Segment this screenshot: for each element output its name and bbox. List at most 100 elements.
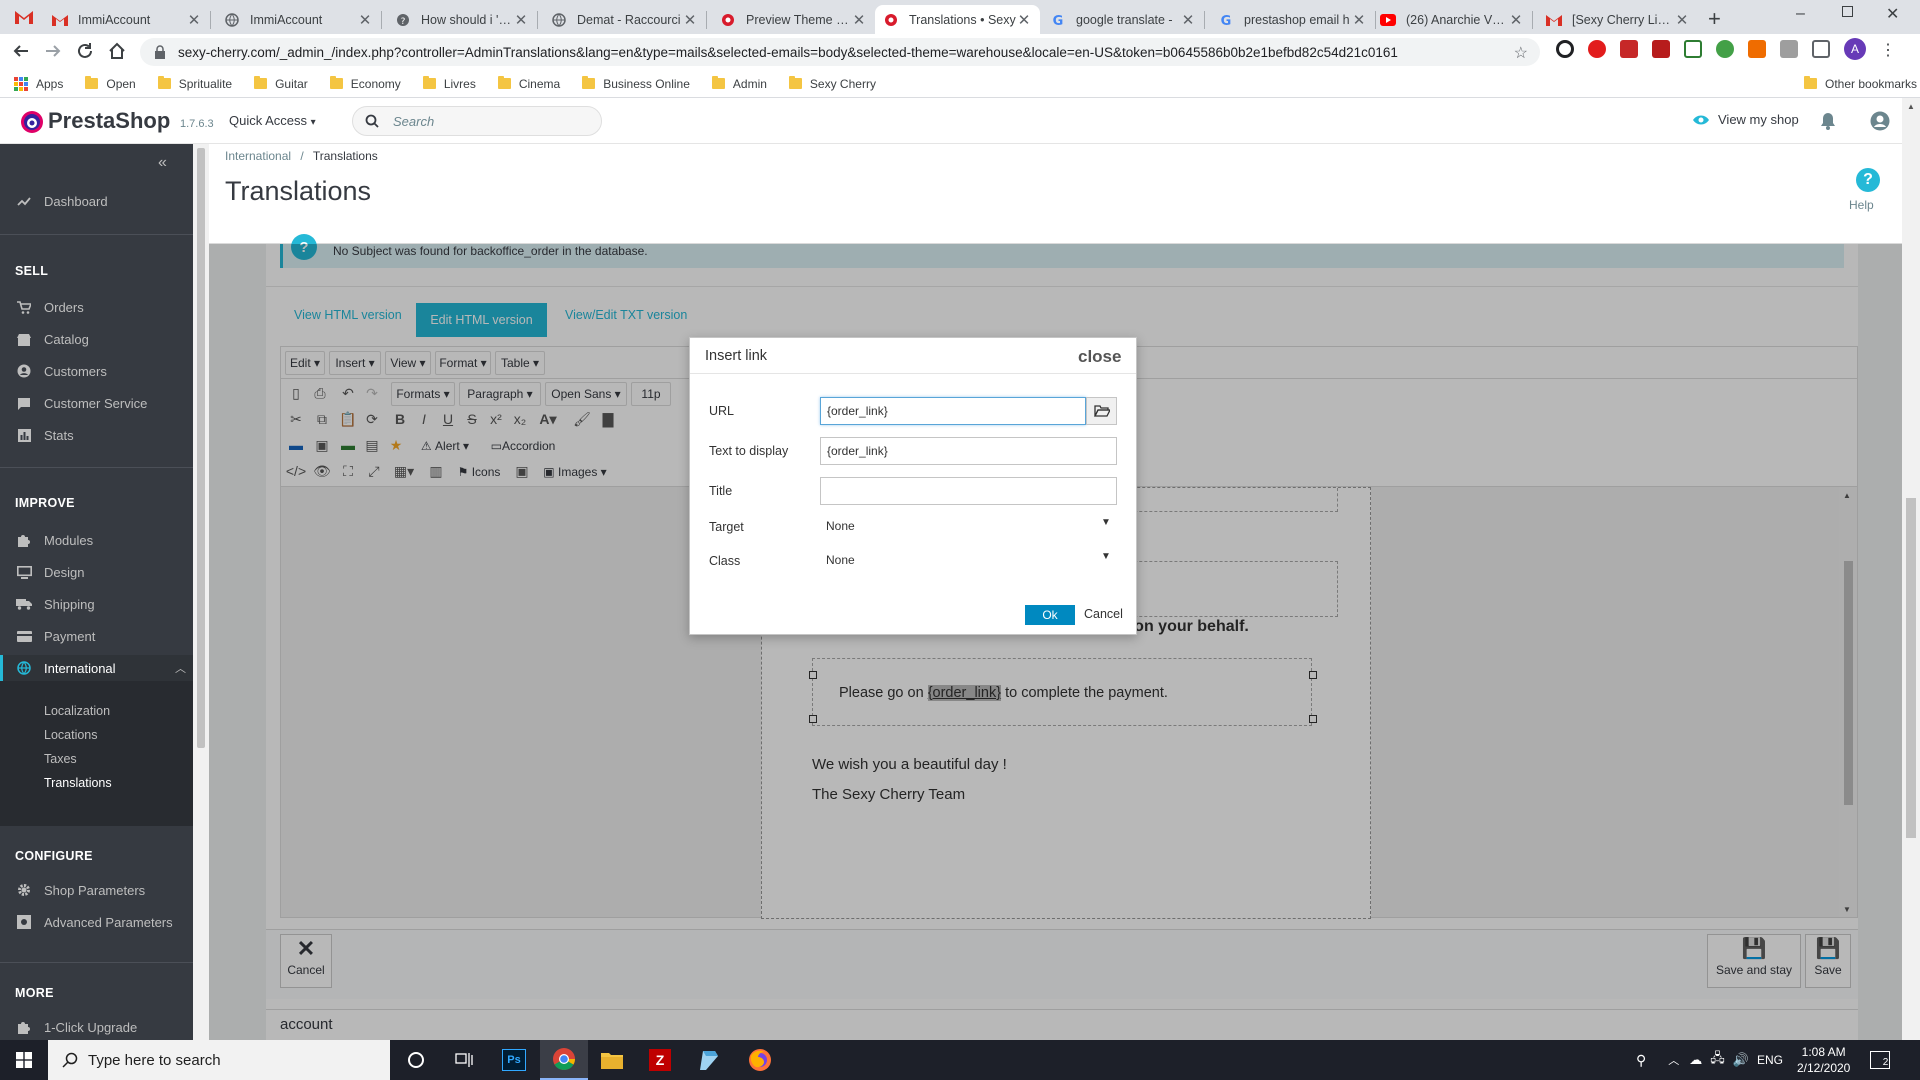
sidebar-item-shop-parameters[interactable]: Shop Parameters	[0, 877, 193, 903]
sidebar-item-shipping[interactable]: Shipping	[0, 591, 193, 617]
reload-icon[interactable]	[76, 42, 94, 60]
browser-tab-active[interactable]: Translations • Sexy ✕	[875, 5, 1040, 34]
dialog-cancel-button[interactable]: Cancel	[1084, 607, 1123, 621]
chevron-up-icon[interactable]: ︿	[1668, 1052, 1679, 1068]
scroll-up-icon[interactable]: ▲	[1907, 102, 1915, 111]
scrollbar-thumb[interactable]	[1906, 498, 1916, 838]
sidebar-item-customers[interactable]: Customers	[0, 358, 193, 384]
browser-tab[interactable]: ImmiAccount ✕	[216, 5, 381, 34]
sidebar-subitem-translations[interactable]: Translations	[44, 776, 112, 790]
volume-icon[interactable]: 🔊	[1733, 1052, 1749, 1068]
sidebar-item-advanced-parameters[interactable]: Advanced Parameters	[0, 909, 193, 935]
close-icon[interactable]: ✕	[1508, 11, 1524, 29]
user-icon[interactable]	[1870, 111, 1890, 131]
dialog-close-button[interactable]: close	[1078, 347, 1121, 367]
breadcrumb-item[interactable]: Translations	[313, 149, 378, 163]
sidebar-item-international[interactable]: International ︿	[0, 655, 193, 681]
onedrive-icon[interactable]: ☁	[1689, 1052, 1702, 1068]
forward-icon[interactable]	[44, 42, 62, 60]
sidebar-item-design[interactable]: Design	[0, 559, 193, 585]
page-scrollbar[interactable]: ▲	[1902, 98, 1920, 1040]
sidebar-item-modules[interactable]: Modules	[0, 527, 193, 553]
breadcrumb-item[interactable]: International	[225, 149, 291, 163]
extension-icon[interactable]	[1716, 40, 1734, 58]
maximize-button[interactable]	[1842, 6, 1853, 17]
text-to-display-input[interactable]: {order_link}	[820, 437, 1117, 465]
filezilla-icon[interactable]: Z	[636, 1040, 684, 1080]
photoshop-icon[interactable]: Ps	[490, 1040, 538, 1080]
back-icon[interactable]	[12, 42, 30, 60]
browser-tab[interactable]: Preview Theme mo ✕	[712, 5, 875, 34]
chrome-taskbar-icon[interactable]	[540, 1040, 588, 1080]
new-tab-button[interactable]: +	[1708, 6, 1721, 32]
bookmark-folder[interactable]: Admin	[711, 76, 767, 91]
browser-tab[interactable]: G google translate - ✕	[1042, 5, 1204, 34]
address-bar[interactable]: sexy-cherry.com/_admin_/index.php?contro…	[140, 38, 1540, 66]
close-icon[interactable]: ✕	[357, 11, 373, 29]
bookmark-folder[interactable]: Sexy Cherry	[788, 76, 876, 91]
collapse-sidebar-icon[interactable]: «	[158, 154, 167, 172]
browser-tab[interactable]: Demat - Raccourci ✕	[543, 5, 706, 34]
taskbar-search-input[interactable]: Type here to search	[48, 1040, 390, 1080]
sidebar-item-customer-service[interactable]: Customer Service	[0, 390, 193, 416]
close-icon[interactable]: ✕	[1016, 11, 1032, 29]
language-indicator[interactable]: ENG	[1757, 1053, 1783, 1067]
bookmark-folder[interactable]: Cinema	[497, 76, 560, 91]
close-icon[interactable]: ✕	[682, 11, 698, 29]
sidebar-item-dashboard[interactable]: Dashboard	[0, 188, 193, 214]
extension-icon[interactable]	[1556, 40, 1574, 58]
bookmark-folder[interactable]: Spritualite	[157, 76, 232, 91]
extension-icon[interactable]	[1620, 40, 1638, 58]
close-icon[interactable]: ✕	[1351, 11, 1367, 29]
star-icon[interactable]: ☆	[1514, 43, 1528, 63]
windows-start-button[interactable]	[0, 1040, 48, 1080]
gmail-icon[interactable]	[14, 9, 34, 25]
sidebar-item-payment[interactable]: Payment	[0, 623, 193, 649]
extension-icon[interactable]	[1652, 40, 1670, 58]
sidebar-item-catalog[interactable]: Catalog	[0, 326, 193, 352]
notepad-icon[interactable]	[686, 1040, 734, 1080]
sidebar-subitem-locations[interactable]: Locations	[44, 728, 98, 742]
help-button[interactable]: ? Help	[1849, 168, 1880, 212]
sidebar-item-orders[interactable]: Orders	[0, 294, 193, 320]
title-input[interactable]	[820, 477, 1117, 505]
extension-icon[interactable]	[1684, 40, 1702, 58]
bookmark-folder[interactable]: Guitar	[254, 76, 308, 91]
class-select[interactable]: None ▼	[820, 548, 1117, 572]
close-window-button[interactable]: ✕	[1886, 4, 1899, 24]
other-bookmarks[interactable]: Other bookmarks	[1804, 76, 1917, 91]
close-icon[interactable]: ✕	[1674, 11, 1690, 29]
clock[interactable]: 1:08 AM 2/12/2020	[1797, 1044, 1850, 1076]
network-icon[interactable]: 🖧	[1710, 1049, 1725, 1071]
extension-icon[interactable]	[1588, 40, 1606, 58]
sidebar-item-upgrade[interactable]: 1-Click Upgrade	[0, 1014, 193, 1040]
bookmark-folder[interactable]: Open	[85, 76, 136, 91]
profile-avatar[interactable]: A	[1844, 38, 1866, 60]
browser-tab[interactable]: (26) Anarchie VS C ✕	[1372, 5, 1532, 34]
bell-icon[interactable]	[1820, 112, 1836, 130]
view-shop-link[interactable]: View my shop	[1692, 112, 1799, 127]
browser-tab[interactable]: G prestashop email h ✕	[1210, 5, 1375, 34]
kebab-menu-icon[interactable]: ⋮	[1880, 40, 1896, 60]
sidebar-subitem-taxes[interactable]: Taxes	[44, 752, 77, 766]
bookmark-folder[interactable]: Business Online	[582, 76, 690, 91]
file-explorer-icon[interactable]	[588, 1040, 636, 1080]
browser-tab[interactable]: ImmiAccount ✕	[44, 5, 210, 34]
ok-button[interactable]: Ok	[1025, 605, 1075, 625]
scrollbar-thumb[interactable]	[197, 148, 205, 748]
minimize-button[interactable]: –	[1796, 5, 1805, 23]
sidebar-scrollbar[interactable]	[193, 144, 209, 1040]
bookmark-folder[interactable]: Economy	[329, 76, 401, 91]
extension-icon[interactable]	[1812, 40, 1830, 58]
admin-search-input[interactable]: Search	[352, 106, 602, 136]
home-icon[interactable]	[108, 42, 126, 60]
close-icon[interactable]: ✕	[851, 11, 867, 29]
firefox-icon[interactable]	[736, 1040, 784, 1080]
prestashop-logo-icon[interactable]	[20, 110, 44, 134]
logo-text[interactable]: PrestaShop	[48, 108, 170, 134]
close-icon[interactable]: ✕	[1180, 11, 1196, 29]
sidebar-item-stats[interactable]: Stats	[0, 422, 193, 448]
task-view-icon[interactable]	[440, 1040, 488, 1080]
people-icon[interactable]: ⚲	[1636, 1052, 1646, 1069]
sidebar-subitem-localization[interactable]: Localization	[44, 704, 110, 718]
